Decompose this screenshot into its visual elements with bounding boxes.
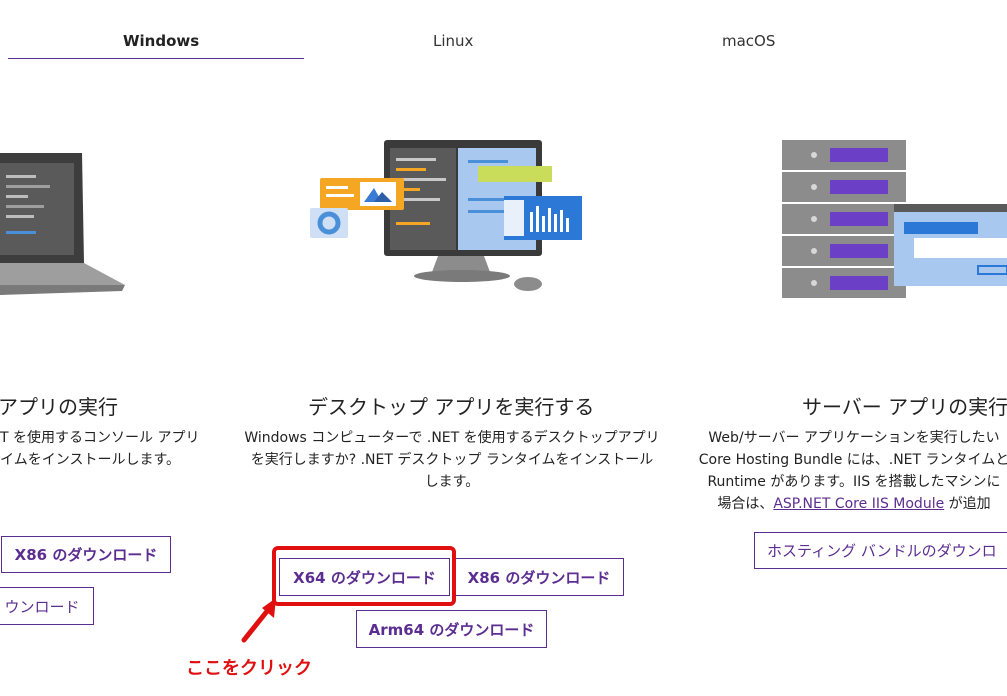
x86-download-button[interactable]: X86 のダウンロード [454, 558, 624, 596]
annotation-callout: ここをクリック [186, 658, 312, 679]
left-column-title: アプリの実行 [0, 395, 118, 419]
right-column-description: Web/サーバー アプリケーションを実行したい Core Hosting Bun… [698, 430, 1007, 512]
hosting-bundle-download-button[interactable]: ホスティング バンドルのダウンロ [754, 532, 1007, 569]
server-illustration [782, 140, 1007, 298]
left-partial-download-button[interactable]: ウンロード [0, 587, 94, 625]
tab-linux[interactable]: Linux [433, 32, 473, 50]
annotation-highlight-box [272, 546, 456, 606]
active-tab-indicator [8, 58, 304, 59]
os-tabs: Windows Linux macOS [0, 0, 1007, 60]
tab-windows[interactable]: Windows [123, 32, 199, 50]
center-column-description: Windows コンピューターで .NET を使用するデスクトップアプリ を実行… [244, 430, 660, 490]
center-column-title: デスクトップ アプリを実行する [308, 395, 595, 419]
annotation-arrow [241, 598, 276, 643]
left-x86-download-button[interactable]: X86 のダウンロード [1, 536, 171, 573]
tab-macos[interactable]: macOS [722, 32, 775, 50]
aspnet-core-iis-module-link[interactable]: ASP.NET Core IIS Module [773, 496, 944, 512]
left-column-description: T を使用するコンソール アプリ イムをインストールします。 [0, 430, 200, 468]
arm64-download-button[interactable]: Arm64 のダウンロード [356, 610, 547, 648]
laptop-illustration [0, 153, 125, 295]
desktop-illustration [310, 140, 582, 291]
right-column-title: サーバー アプリの実行 [802, 395, 1007, 419]
